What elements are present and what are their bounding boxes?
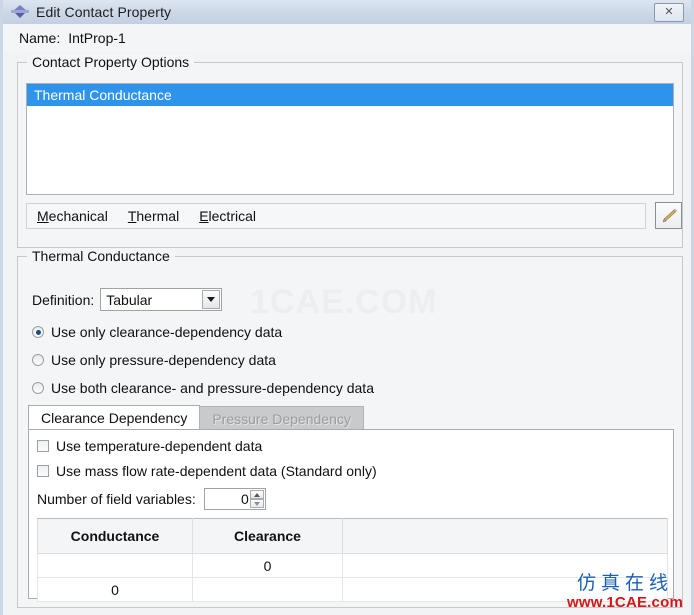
radio-both-label: Use both clearance- and pressure-depende… — [51, 380, 374, 396]
cell-blank — [342, 553, 668, 578]
contact-property-options-list[interactable]: Thermal Conductance — [26, 83, 674, 195]
radio-pressure-only[interactable]: Use only pressure-dependency data — [32, 352, 276, 368]
name-row: Name: IntProp-1 — [3, 24, 691, 52]
abaqus-diamond-icon — [11, 3, 29, 21]
definition-select[interactable]: Tabular — [100, 288, 223, 311]
stepper-up-icon[interactable] — [249, 490, 264, 499]
checkbox-temperature-dependent-label: Use temperature-dependent data — [56, 438, 263, 454]
radio-icon-unchecked[interactable] — [32, 382, 44, 394]
menu-item-thermal[interactable]: Thermal — [118, 208, 189, 224]
dependency-tabs: Clearance Dependency Pressure Dependency — [28, 405, 674, 430]
radio-both[interactable]: Use both clearance- and pressure-depende… — [32, 380, 374, 396]
stepper-down-icon[interactable] — [249, 499, 264, 508]
mnemonic-m: M — [37, 208, 49, 224]
name-label: Name: — [19, 30, 61, 46]
contact-property-options-title: Contact Property Options — [27, 54, 195, 70]
mnemonic-e: E — [199, 208, 209, 224]
menu-item-electrical-rest: lectrical — [208, 208, 256, 224]
radio-icon-checked[interactable] — [32, 326, 44, 338]
cell-blank — [342, 577, 668, 602]
list-item[interactable]: Thermal Conductance — [27, 84, 673, 106]
field-variables-stepper[interactable]: 0 — [203, 488, 266, 510]
definition-row: Definition: Tabular — [32, 288, 223, 311]
column-header-conductance[interactable]: Conductance — [37, 518, 193, 554]
radio-pressure-only-label: Use only pressure-dependency data — [51, 352, 276, 368]
menu-item-mechanical-rest: echanical — [48, 208, 108, 224]
menu-item-electrical[interactable]: Electrical — [189, 208, 266, 224]
thermal-conductance-title: Thermal Conductance — [27, 248, 175, 264]
radio-clearance-only-label: Use only clearance-dependency data — [51, 324, 283, 340]
dependency-data-table[interactable]: Conductance Clearance 0 0 — [37, 518, 668, 602]
edit-contact-property-dialog: Edit Contact Property ✕ Name: IntProp-1 … — [0, 0, 694, 615]
menu-item-thermal-rest: hermal — [136, 208, 180, 224]
cell-conductance[interactable]: 0 — [37, 577, 193, 602]
column-header-blank — [342, 518, 668, 554]
field-variables-label: Number of field variables: — [37, 491, 196, 507]
name-value[interactable]: IntProp-1 — [68, 30, 126, 46]
table-row[interactable]: 0 — [37, 553, 668, 578]
pencil-icon — [662, 208, 677, 222]
edit-pencil-button[interactable] — [655, 202, 682, 229]
field-variables-row: Number of field variables: 0 — [37, 488, 266, 510]
stepper-buttons[interactable] — [249, 490, 264, 508]
checkbox-icon-unchecked[interactable] — [37, 465, 49, 477]
tab-clearance-dependency[interactable]: Clearance Dependency — [28, 405, 201, 430]
checkbox-temperature-dependent[interactable]: Use temperature-dependent data — [37, 438, 262, 454]
window-titlebar[interactable]: Edit Contact Property ✕ — [3, 0, 691, 25]
definition-value: Tabular — [106, 291, 153, 308]
table-row[interactable]: 0 — [37, 577, 668, 602]
checkbox-icon-unchecked[interactable] — [37, 440, 49, 452]
close-icon[interactable]: ✕ — [654, 3, 684, 22]
category-menubar: Mechanical Thermal Electrical — [26, 203, 646, 229]
definition-label: Definition: — [32, 291, 95, 308]
column-header-clearance[interactable]: Clearance — [192, 518, 343, 554]
clearance-dependency-panel: Use temperature-dependent data Use mass … — [28, 429, 674, 602]
window-title: Edit Contact Property — [36, 4, 172, 20]
menu-item-mechanical[interactable]: Mechanical — [27, 208, 118, 224]
field-variables-value[interactable]: 0 — [205, 491, 252, 507]
cell-clearance[interactable]: 0 — [192, 553, 343, 578]
radio-clearance-only[interactable]: Use only clearance-dependency data — [32, 324, 282, 340]
checkbox-mass-flow-rate-dependent-label: Use mass flow rate-dependent data (Stand… — [56, 463, 377, 479]
table-header-row: Conductance Clearance — [37, 518, 668, 554]
checkbox-mass-flow-rate-dependent[interactable]: Use mass flow rate-dependent data (Stand… — [37, 463, 377, 479]
cell-conductance[interactable] — [37, 553, 193, 578]
thermal-conductance-group: Thermal Conductance Definition: Tabular … — [17, 248, 683, 608]
contact-property-options-group: Contact Property Options Thermal Conduct… — [17, 54, 683, 248]
chevron-down-icon[interactable] — [202, 290, 221, 309]
radio-icon-unchecked[interactable] — [32, 354, 44, 366]
tab-pressure-dependency: Pressure Dependency — [199, 406, 364, 430]
cell-clearance[interactable] — [192, 577, 343, 602]
